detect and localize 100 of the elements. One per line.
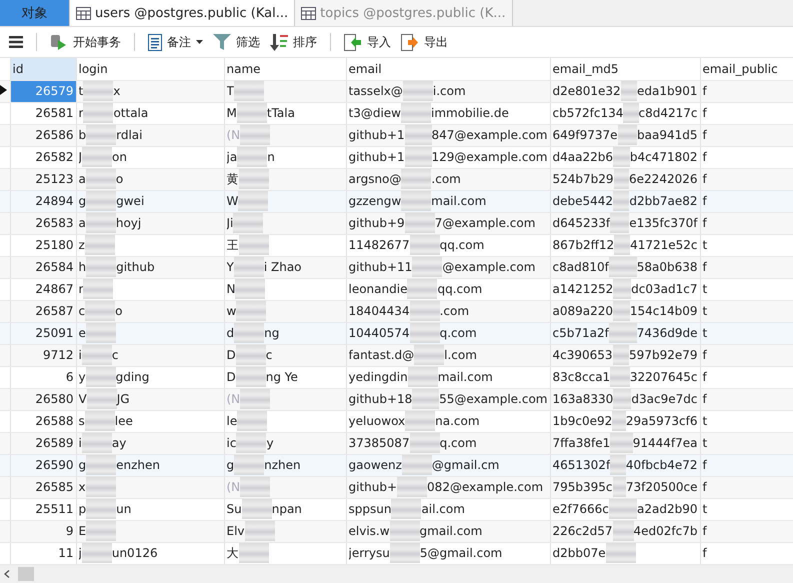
cell-text: 7ffa38fe1 — [552, 436, 610, 450]
cell-text: d4aa22b6 — [552, 150, 613, 164]
cell-text: y — [78, 370, 86, 384]
cell-text: d2bb07e — [552, 546, 606, 560]
column-header[interactable]: email — [346, 58, 550, 80]
cell-text: yeluowox — [348, 414, 406, 428]
table-cell: t — [700, 300, 793, 322]
table-cell: f — [700, 388, 793, 410]
cell-text: github — [116, 260, 155, 274]
cell-text: ng Ye — [266, 370, 298, 384]
toolbar-button[interactable]: 开始事务 — [47, 32, 124, 52]
cell-text: qq.com — [437, 282, 482, 296]
cell-text: yedingdin — [348, 370, 408, 384]
cell-text: z — [78, 238, 85, 252]
cell-text: V — [78, 392, 87, 406]
cell-text: c — [112, 348, 118, 362]
cell-text: gding — [116, 370, 150, 384]
cell-text: T — [226, 84, 234, 98]
cell-text: d645233f — [552, 216, 610, 230]
cell-text: 73f20500ce — [626, 480, 698, 494]
cell-text: ay — [112, 436, 126, 450]
cell-text: w — [226, 304, 236, 318]
cell-text: d2e801e32 — [552, 84, 621, 98]
cell-text: 7436d9de — [636, 326, 698, 340]
cell-text: h — [78, 260, 86, 274]
column-header[interactable]: email_public — [700, 58, 793, 80]
table-cell: 26586 — [10, 124, 76, 146]
table-cell: 11 — [10, 542, 76, 564]
cell-text: i — [78, 436, 82, 450]
cell-text: i — [78, 348, 82, 362]
cell-text: nzhen — [264, 458, 301, 472]
cell-text: gwei — [116, 194, 144, 208]
table-cell: 26584 — [10, 256, 76, 278]
cell-text: x — [78, 480, 86, 494]
table-cell: 26580 — [10, 388, 76, 410]
cell-text: elvis.w — [348, 524, 390, 538]
cell-text: j — [78, 546, 82, 560]
cell-text: p — [78, 502, 86, 516]
cell-text: s — [78, 414, 85, 428]
cell-text: t3@diew — [348, 106, 401, 120]
cell-text: github+11 — [348, 260, 412, 274]
cell-text: 91444f7ea — [632, 436, 698, 450]
table-cell: 25123 — [10, 168, 76, 190]
table-cell: 26583 — [10, 212, 76, 234]
cell-text: M — [226, 106, 237, 120]
cell-text: g — [78, 194, 86, 208]
cell-text: github+9 — [348, 216, 405, 230]
cell-text: 7@example.com — [434, 216, 536, 230]
cell-text: c — [78, 304, 86, 318]
table-cell: 25180 — [10, 234, 76, 256]
column-header[interactable]: email_md5 — [550, 58, 700, 80]
table-cell: t — [700, 410, 793, 432]
cell-text: un — [116, 502, 132, 516]
cell-text: dc03ad1c7 — [631, 282, 698, 296]
cell-text: github+1 — [348, 150, 405, 164]
cell-text: c8d4217c — [638, 106, 698, 120]
toolbar-button[interactable]: 筛选 — [210, 32, 263, 52]
table-cell: f — [700, 256, 793, 278]
cell-text: b4c471802 — [630, 150, 698, 164]
table-cell: f — [700, 146, 793, 168]
cell-text: tasselx@ — [348, 84, 403, 98]
cell-text: 154c14b09 — [630, 304, 698, 318]
cell-text: y — [266, 436, 274, 450]
table-cell: f — [700, 476, 793, 498]
toolbar-button[interactable]: 备注 — [145, 32, 206, 52]
cell-text: i Zhao — [264, 260, 302, 274]
cell-text: 226c2d57 — [552, 524, 613, 538]
cell-text: un0126 — [112, 546, 158, 560]
table-cell: f — [700, 454, 793, 476]
tab[interactable]: users @postgres.public (Kal... — [70, 0, 296, 26]
cell-text: baa941d5 — [637, 128, 698, 142]
objects-tab[interactable]: 对象 — [0, 0, 70, 26]
table-cell: t — [700, 498, 793, 520]
cell-text: o — [116, 172, 124, 186]
cell-text: 58a0b638 — [636, 260, 698, 274]
cell-text: l.com — [444, 348, 477, 362]
column-header[interactable]: login — [76, 58, 224, 80]
table-cell: 25091 — [10, 322, 76, 344]
cell-text: fantast.d@ — [348, 348, 414, 362]
cell-text: 649f9737e — [552, 128, 618, 142]
cell-text: a1421252 — [552, 282, 614, 296]
toolbar-button[interactable]: 导入 — [341, 32, 394, 52]
cell-text: i.com — [432, 84, 466, 98]
column-header[interactable]: name — [224, 58, 346, 80]
cell-text: @example.com — [442, 260, 536, 274]
cell-text: 795b395c — [552, 480, 613, 494]
cell-text: immobilie.de — [431, 106, 509, 120]
cell-text: W — [226, 194, 238, 208]
cell-text: Su — [226, 502, 242, 516]
toolbar-button[interactable]: 排序 — [267, 32, 320, 52]
cell-text: .com — [431, 172, 461, 186]
cell-text: D — [226, 370, 236, 384]
cell-text: D — [226, 348, 236, 362]
table-cell: 26587 — [10, 300, 76, 322]
table-cell: f — [700, 366, 793, 388]
table-cell: f — [700, 124, 793, 146]
cell-text: 41721e52c — [630, 238, 698, 252]
toolbar-button[interactable]: 导出 — [398, 32, 451, 52]
table-cell: t — [700, 234, 793, 256]
column-header[interactable]: id — [10, 58, 76, 80]
